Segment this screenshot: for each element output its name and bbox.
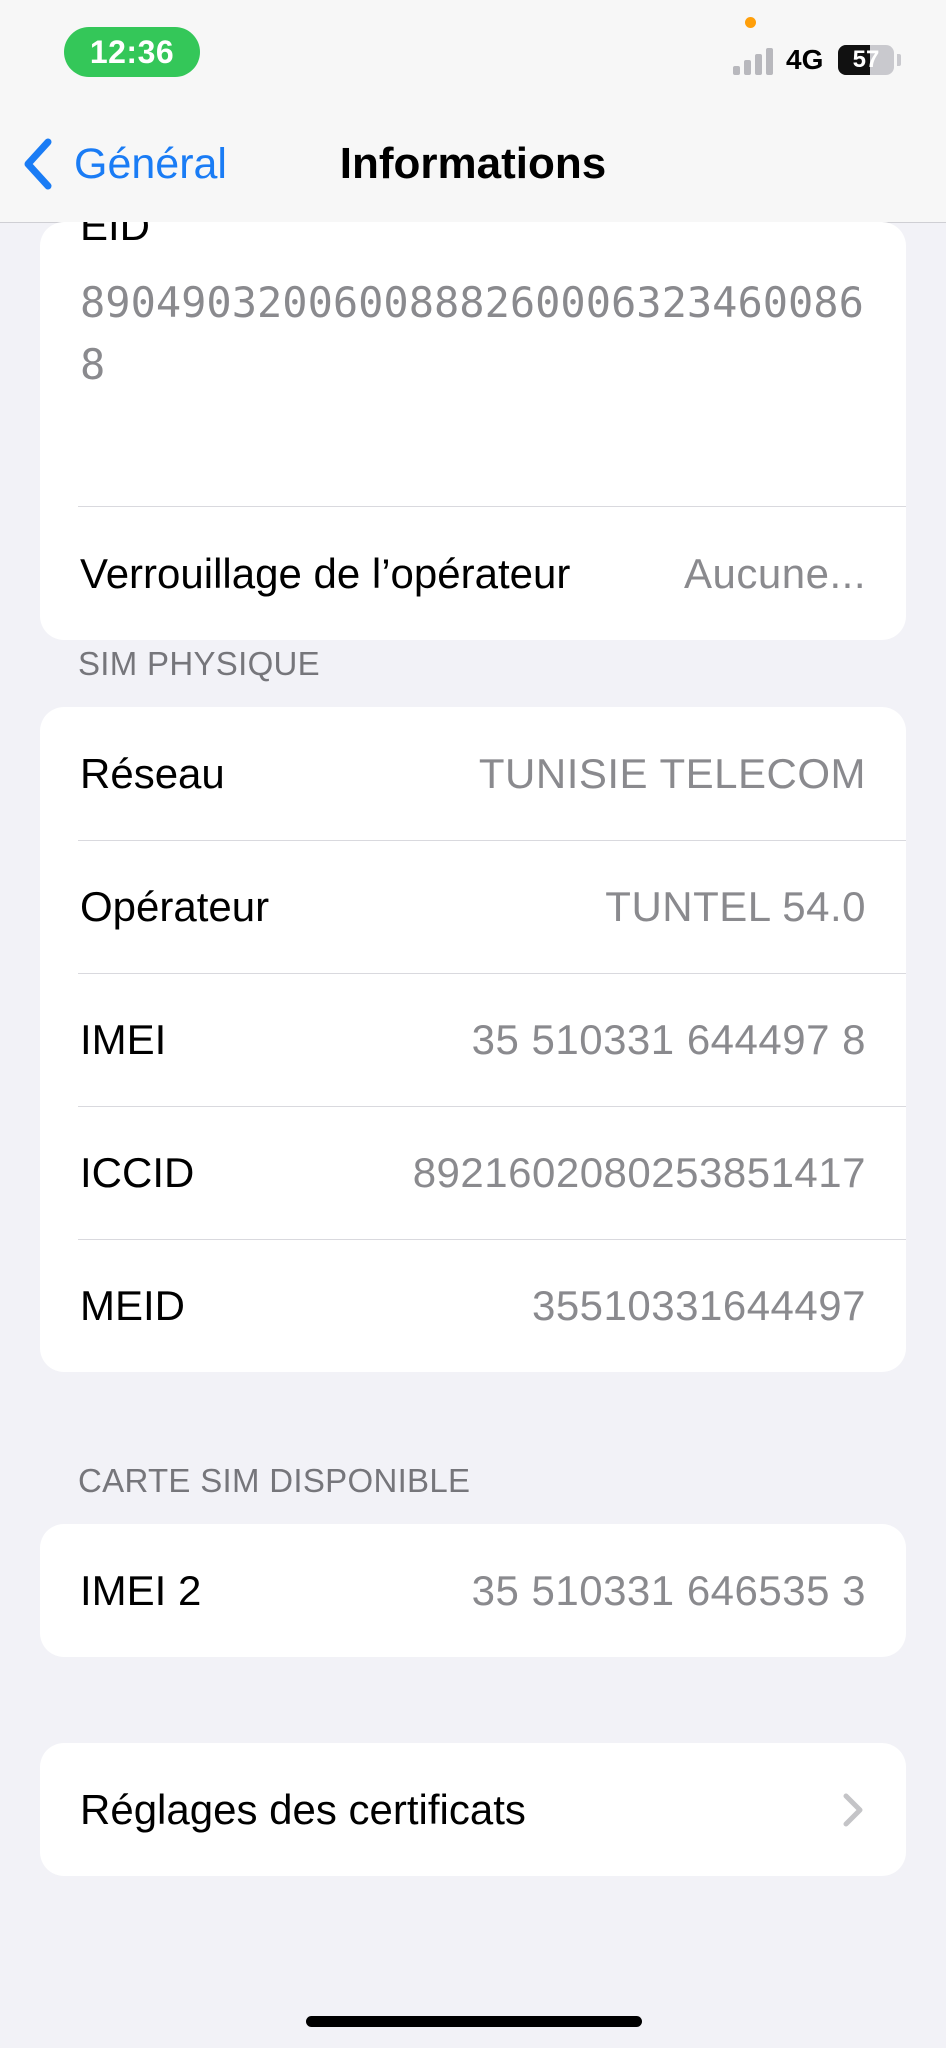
eid-label: EID	[80, 222, 151, 249]
imei-label: IMEI	[80, 1015, 167, 1063]
status-time: 12:36	[64, 27, 200, 77]
carrier-lock-row[interactable]: Verrouillage de l’opérateur Aucune...	[40, 507, 906, 640]
imei2-label: IMEI 2	[80, 1566, 202, 1614]
privacy-indicator-dot	[745, 17, 756, 28]
iccid-label: ICCID	[80, 1148, 195, 1196]
device-info-group: EID 89049032006008882600063234600868 Ver…	[40, 222, 906, 640]
meid-row[interactable]: MEID 35510331644497	[40, 1239, 906, 1372]
eid-row[interactable]: EID 89049032006008882600063234600868	[40, 222, 906, 507]
carrier-lock-value: Aucune...	[684, 549, 866, 597]
page-title-text: Informations	[339, 139, 607, 188]
network-value: TUNISIE TELECOM	[478, 749, 866, 797]
section-header-carte-sim: CARTE SIM DISPONIBLE	[78, 1462, 471, 1499]
battery-icon: 57	[838, 45, 894, 75]
imei2-value: 35 510331 646535 3	[471, 1566, 866, 1614]
imei-value: 35 510331 644497 8	[471, 1015, 866, 1063]
status-bar: 12:36 4G 57	[0, 0, 946, 100]
imei-row[interactable]: IMEI 35 510331 644497 8	[40, 973, 906, 1106]
chevron-right-icon	[843, 1793, 863, 1826]
home-indicator[interactable]	[306, 2016, 642, 2027]
carrier-value: TUNTEL 54.0	[605, 882, 866, 930]
imei2-row[interactable]: IMEI 2 35 510331 646535 3	[40, 1524, 906, 1657]
network-type: 4G	[786, 44, 824, 75]
section-header-sim-physique: SIM PHYSIQUE	[78, 645, 320, 682]
certificates-group: Réglages des certificats	[40, 1743, 906, 1876]
carrier-label: Opérateur	[80, 882, 270, 930]
network-row[interactable]: Réseau TUNISIE TELECOM	[40, 707, 906, 840]
carte-sim-group: IMEI 2 35 510331 646535 3	[40, 1524, 906, 1657]
battery-percentage: 57	[852, 46, 880, 73]
meid-label: MEID	[80, 1281, 185, 1329]
iccid-value: 8921602080253851417	[412, 1148, 866, 1196]
certificate-settings-row[interactable]: Réglages des certificats	[40, 1743, 906, 1876]
page-title: Informations	[0, 136, 946, 192]
certificate-settings-label: Réglages des certificats	[80, 1785, 526, 1833]
cellular-signal-icon	[733, 47, 775, 75]
iccid-row[interactable]: ICCID 8921602080253851417	[40, 1106, 906, 1239]
sim-physique-group: Réseau TUNISIE TELECOM Opérateur TUNTEL …	[40, 707, 906, 1372]
battery-cap	[897, 54, 901, 66]
eid-value: 89049032006008882600063234600868	[80, 278, 864, 389]
carrier-row[interactable]: Opérateur TUNTEL 54.0	[40, 840, 906, 973]
navigation-bar: Général Informations	[0, 100, 946, 223]
meid-value: 35510331644497	[531, 1281, 866, 1329]
carrier-lock-label: Verrouillage de l’opérateur	[80, 549, 571, 597]
network-label: Réseau	[80, 749, 225, 797]
